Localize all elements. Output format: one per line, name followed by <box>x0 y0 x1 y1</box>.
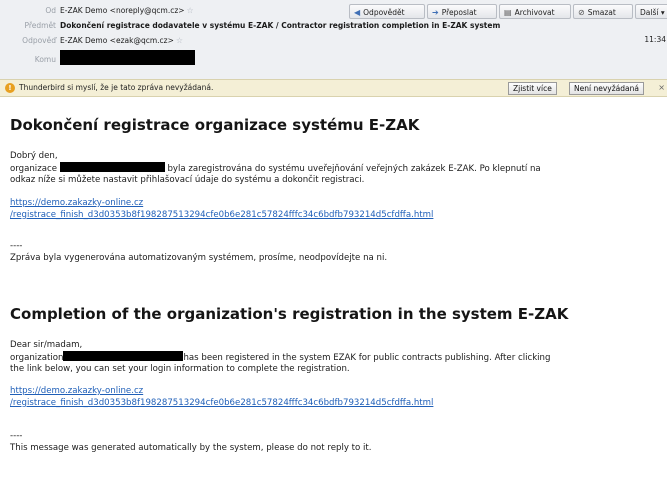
forward-button[interactable]: ➔ Přeposlat <box>427 4 497 19</box>
cz-separator: ---- <box>10 241 23 251</box>
delete-button[interactable]: ⊘ Smazat <box>573 4 633 19</box>
star-icon[interactable]: ☆ <box>176 36 183 45</box>
en-title: Completion of the organization's registr… <box>10 305 569 323</box>
to-label: Komu <box>34 55 56 64</box>
cz-registration-link[interactable]: https://demo.zakazky-online.cz /registra… <box>10 197 433 221</box>
chevron-down-icon: ▾ <box>660 8 665 17</box>
en-line-2: the link below, you can set your login i… <box>10 364 350 374</box>
junk-notification-bar: ! Thunderbird si myslí, že je tato zpráv… <box>0 79 667 97</box>
from-value[interactable]: E-ZAK Demo <noreply@qcm.cz> ☆ <box>60 6 194 15</box>
to-value[interactable] <box>60 50 195 65</box>
subject-label: Předmět <box>24 21 56 30</box>
junk-message: Thunderbird si myslí, že je tato zpráva … <box>19 83 214 92</box>
archive-icon: ▤ <box>504 8 512 17</box>
cz-footer: Zpráva byla vygenerována automatizovaným… <box>10 253 388 263</box>
en-separator: ---- <box>10 431 23 441</box>
cz-title: Dokončení registrace organizace systému … <box>10 116 420 134</box>
reply-arrow-icon: ◀ <box>354 8 361 17</box>
message-time: 11:34 <box>644 35 666 44</box>
reply-to-value[interactable]: E-ZAK Demo <ezak@qcm.cz> ☆ <box>60 36 183 45</box>
en-registration-link[interactable]: https://demo.zakazky-online.cz /registra… <box>10 385 433 409</box>
star-icon[interactable]: ☆ <box>187 6 194 15</box>
close-icon[interactable]: × <box>658 83 665 92</box>
archive-button[interactable]: ▤ Archivovat <box>499 4 571 19</box>
more-button[interactable]: Další ▾ <box>635 4 667 19</box>
subject-value: Dokončení registrace dodavatele v systém… <box>60 21 501 30</box>
reply-button[interactable]: ◀ Odpovědět <box>349 4 425 19</box>
learn-more-button[interactable]: Zjistit více <box>508 82 557 95</box>
redacted-organization <box>59 162 165 172</box>
from-label: Od <box>45 6 56 15</box>
junk-flame-icon: ! <box>5 83 15 93</box>
en-footer: This message was generated automatically… <box>10 443 372 453</box>
reply-to-label: Odpověď <box>22 36 56 45</box>
from-address[interactable]: E-ZAK Demo <noreply@qcm.cz> <box>60 6 185 15</box>
forward-arrow-icon: ➔ <box>432 8 439 17</box>
delete-icon: ⊘ <box>578 8 585 17</box>
message-header: Od E-ZAK Demo <noreply@qcm.cz> ☆ Předmět … <box>0 0 667 79</box>
not-junk-button[interactable]: Není nevyžádaná <box>569 82 644 95</box>
cz-line-2: odkaz níže si můžete nastavit přihlašova… <box>10 175 365 185</box>
reply-to-row: Odpověď E-ZAK Demo <ezak@qcm.cz> ☆ <box>0 35 667 51</box>
reply-to-address[interactable]: E-ZAK Demo <ezak@qcm.cz> <box>60 36 174 45</box>
redacted-recipient <box>60 50 195 65</box>
cz-greeting: Dobrý den, <box>10 151 58 161</box>
redacted-organization <box>63 351 184 361</box>
to-row: Komu <box>0 50 667 70</box>
subject-row: Předmět Dokončení registrace dodavatele … <box>0 20 667 36</box>
en-greeting: Dear sir/madam, <box>10 340 83 350</box>
